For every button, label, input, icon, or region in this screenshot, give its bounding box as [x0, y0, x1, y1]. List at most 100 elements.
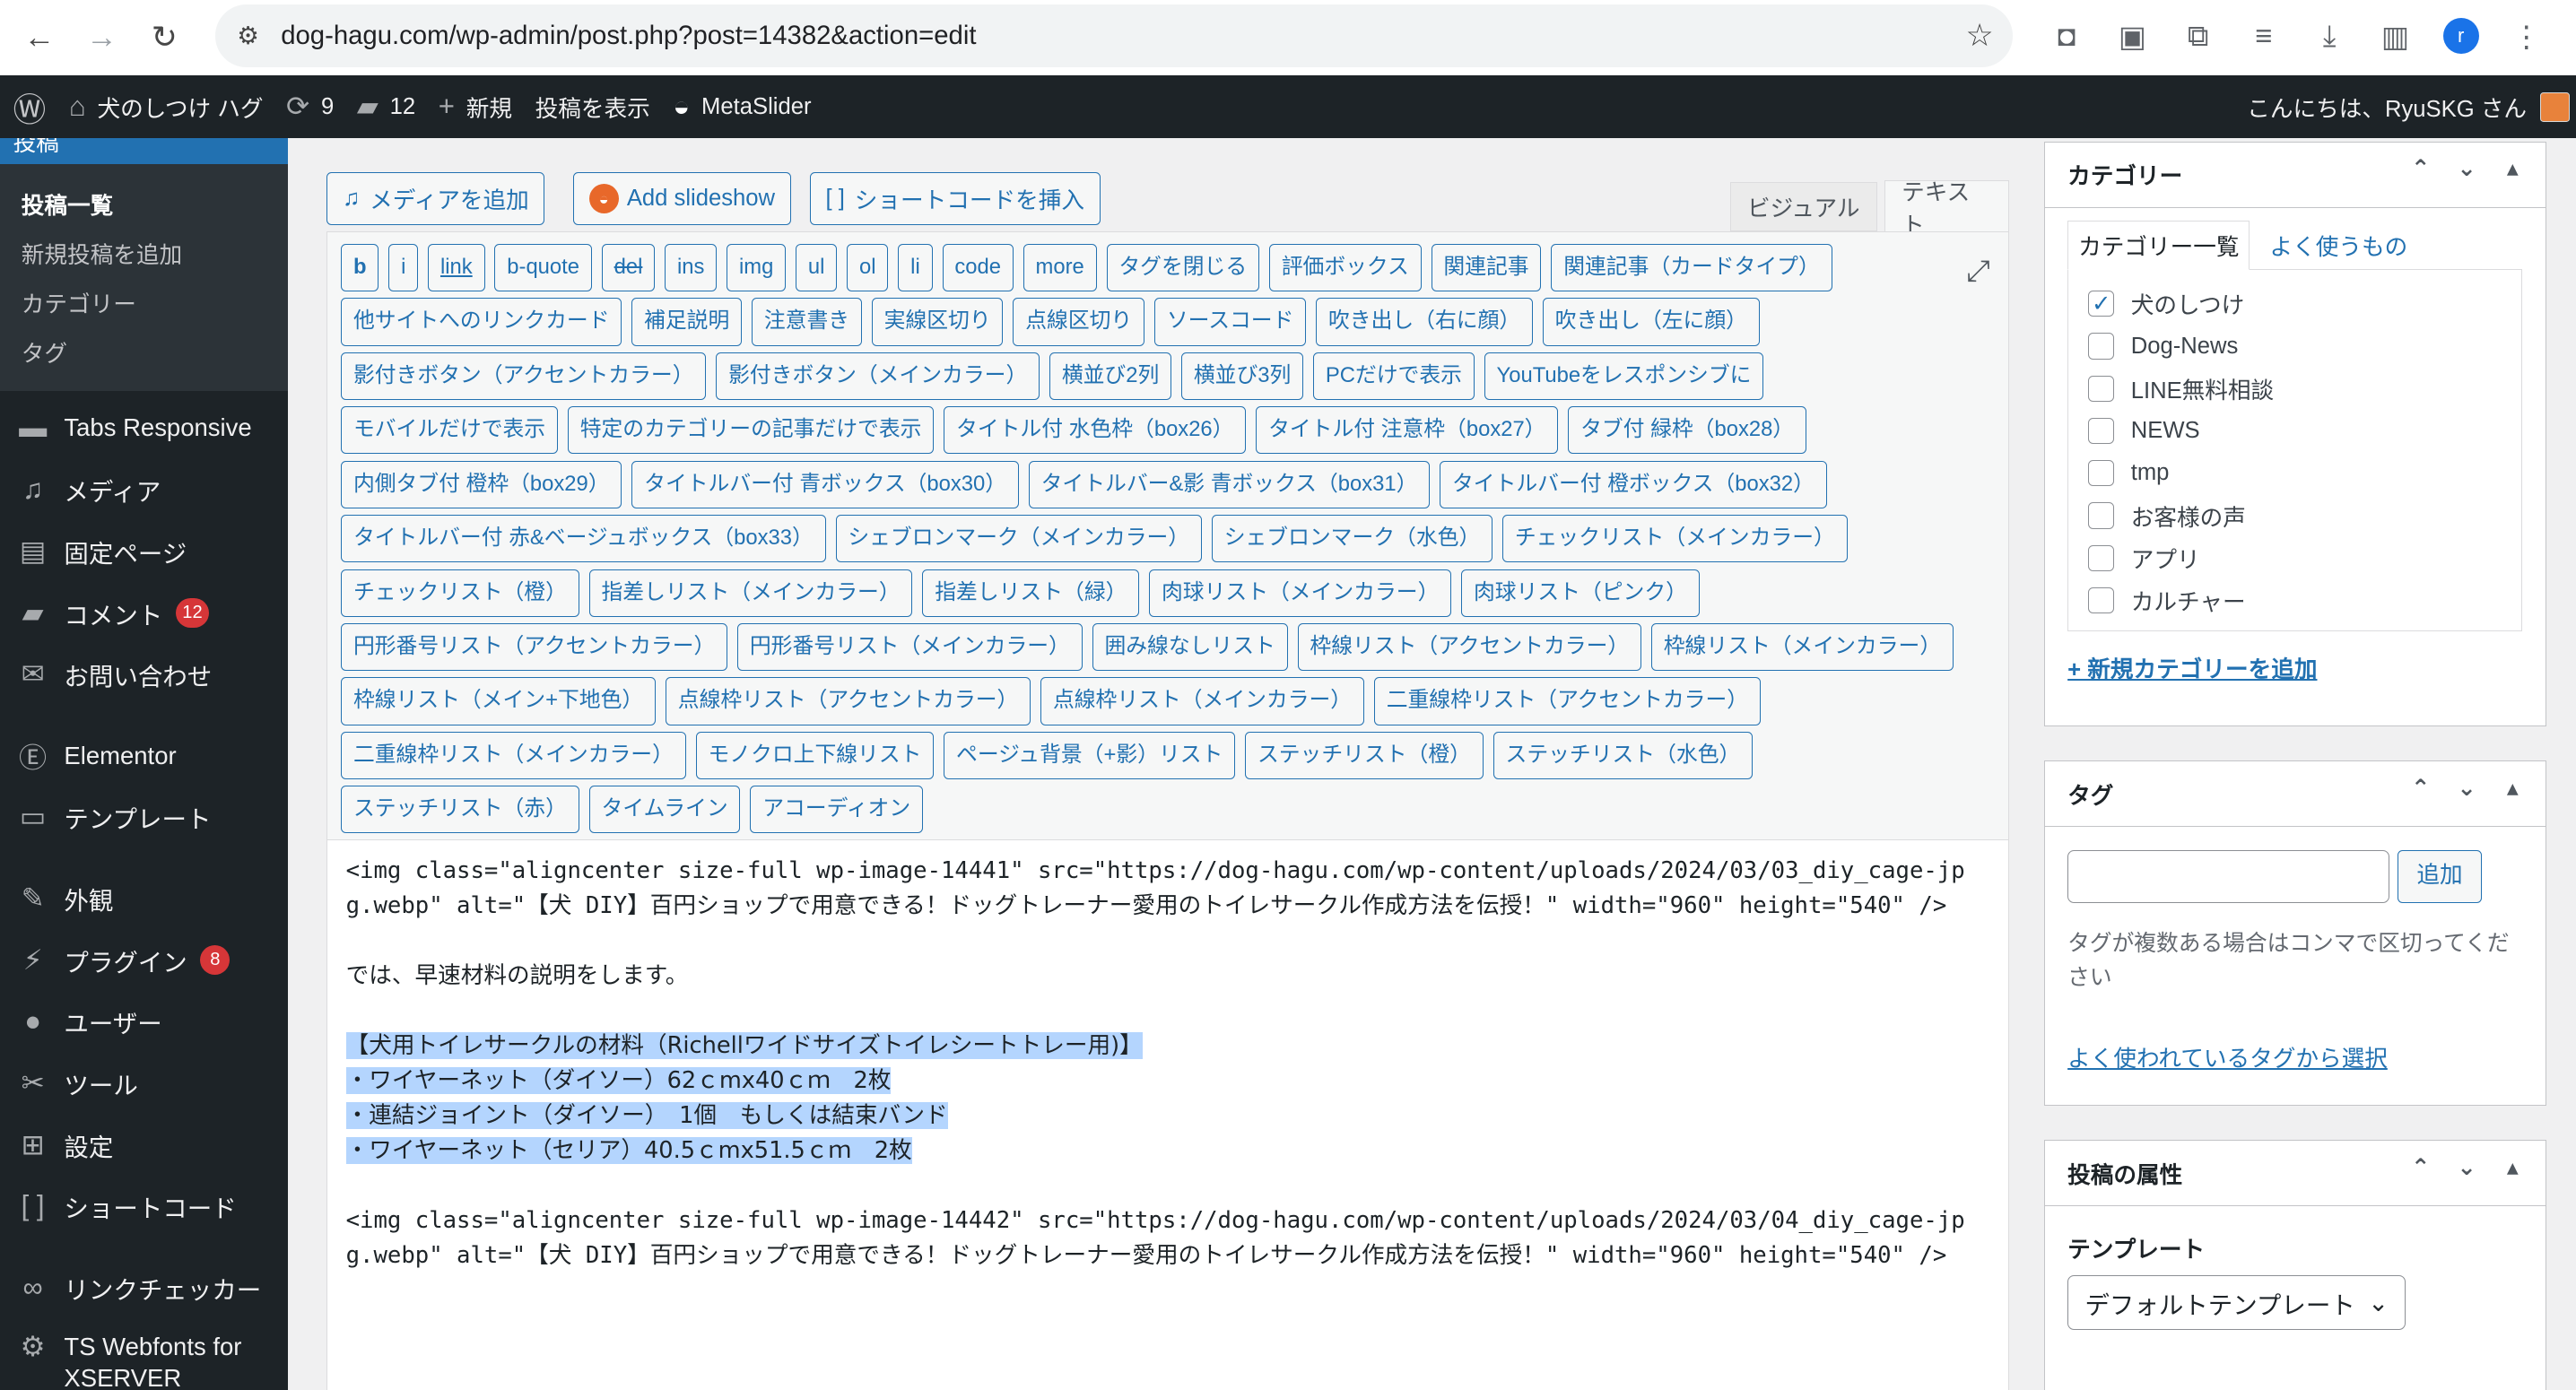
site-name-link[interactable]: ⌂ 犬のしつけ ハグ: [57, 75, 274, 138]
quicktag-button[interactable]: PCだけで表示: [1313, 352, 1475, 401]
menu-templates[interactable]: ▭ テンプレート: [0, 786, 288, 848]
tab-text[interactable]: テキスト: [1884, 180, 2010, 239]
add-new-category-link[interactable]: + 新規カテゴリーを追加: [2067, 651, 2317, 684]
metaslider-link[interactable]: ◒ MetaSlider: [662, 75, 823, 138]
quicktag-button[interactable]: 吹き出し（右に顔）: [1316, 298, 1533, 346]
quicktag-button[interactable]: 肉球リスト（メインカラー）: [1149, 569, 1452, 617]
quicktag-button[interactable]: 二重線枠リスト（アクセントカラー）: [1373, 677, 1761, 725]
menu-tabs-responsive[interactable]: ▬ Tabs Responsive: [0, 397, 288, 459]
quicktag-button[interactable]: YouTubeをレスポンシブに: [1484, 352, 1764, 401]
move-up-icon[interactable]: ⌃: [2398, 775, 2443, 802]
tab-visual[interactable]: ビジュアル: [1729, 182, 1877, 232]
category-item[interactable]: Dog-News: [2088, 325, 2502, 367]
tab-popular-categories[interactable]: よく使うもの: [2259, 221, 2417, 270]
quicktag-button[interactable]: del: [601, 244, 656, 292]
quicktag-button[interactable]: ul: [796, 244, 838, 292]
quicktag-button[interactable]: link: [428, 244, 485, 292]
menu-elementor[interactable]: Ⓔ Elementor: [0, 725, 288, 786]
menu-contact[interactable]: ✉ お問い合わせ: [0, 644, 288, 706]
quicktag-button[interactable]: 枠線リスト（メインカラー）: [1650, 623, 1954, 672]
quicktag-button[interactable]: 点線区切り: [1013, 298, 1145, 346]
quicktag-button[interactable]: 影付きボタン（メインカラー）: [716, 352, 1040, 401]
forward-icon[interactable]: →: [71, 6, 134, 69]
popular-tags-link[interactable]: よく使われているタグから選択: [2067, 1040, 2388, 1073]
fullscreen-icon[interactable]: ⤢: [1967, 254, 1990, 289]
checkbox-icon[interactable]: [2088, 544, 2115, 571]
quicktag-button[interactable]: 肉球リスト（ピンク）: [1461, 569, 1700, 617]
reading-list-icon[interactable]: ≡: [2231, 19, 2296, 53]
camera-icon[interactable]: ◘: [2034, 19, 2100, 53]
move-up-icon[interactable]: ⌃: [2398, 1154, 2443, 1181]
quicktag-button[interactable]: 指差しリスト（メインカラー）: [588, 569, 913, 617]
submenu-categories[interactable]: カテゴリー: [0, 276, 288, 326]
submenu-all-posts[interactable]: 投稿一覧: [0, 178, 288, 227]
quicktag-button[interactable]: タイトルバー&影 青ボックス（box31）: [1028, 460, 1431, 508]
toggle-panel-icon[interactable]: ▴: [2490, 775, 2536, 802]
menu-media[interactable]: ♫ メディア: [0, 459, 288, 521]
quicktag-button[interactable]: more: [1023, 244, 1097, 292]
menu-pages[interactable]: ▤ 固定ページ: [0, 521, 288, 583]
quicktag-button[interactable]: 内側タブ付 橙枠（box29）: [341, 460, 622, 508]
menu-settings[interactable]: ⊞ 設定: [0, 1114, 288, 1176]
checkbox-checked-icon[interactable]: ✓: [2088, 291, 2115, 317]
checkbox-icon[interactable]: [2088, 333, 2115, 360]
quicktag-button[interactable]: タブ付 緑枠（box28）: [1568, 406, 1806, 455]
reload-icon[interactable]: ↻: [133, 6, 196, 69]
quicktag-button[interactable]: タイトルバー付 赤&ベージュボックス（box33）: [341, 515, 826, 563]
quicktag-button[interactable]: i: [388, 244, 419, 292]
toggle-panel-icon[interactable]: ▴: [2490, 155, 2536, 182]
quicktag-button[interactable]: ステッチリスト（赤）: [341, 786, 579, 834]
menu-shortcode[interactable]: [ ] ショートコード: [0, 1176, 288, 1238]
quicktag-button[interactable]: li: [898, 244, 933, 292]
download-icon[interactable]: ⤓: [2297, 19, 2363, 54]
move-down-icon[interactable]: ⌄: [2443, 155, 2489, 182]
quicktag-button[interactable]: 二重線枠リスト（メインカラー）: [341, 731, 686, 779]
quicktag-button[interactable]: 枠線リスト（メイン+下地色）: [341, 677, 657, 725]
quicktag-button[interactable]: 円形番号リスト（アクセントカラー）: [341, 623, 728, 672]
quicktag-button[interactable]: タイトル付 注意枠（box27）: [1256, 406, 1559, 455]
quicktag-button[interactable]: シェブロンマーク（メインカラー）: [835, 515, 1202, 563]
back-icon[interactable]: ←: [8, 6, 71, 69]
quicktag-button[interactable]: 特定のカテゴリーの記事だけで表示: [567, 406, 935, 455]
checkbox-icon[interactable]: [2088, 417, 2115, 445]
bookmark-star-icon[interactable]: ☆: [1946, 18, 2012, 54]
quicktag-button[interactable]: 囲み線なしリスト: [1092, 623, 1288, 672]
quicktag-button[interactable]: 点線枠リスト（メインカラー）: [1040, 677, 1364, 725]
quicktag-button[interactable]: タイムライン: [588, 786, 741, 834]
menu-plugins[interactable]: ⚡ プラグイン 8: [0, 929, 288, 991]
quicktag-button[interactable]: 円形番号リスト（メインカラー）: [737, 623, 1083, 672]
category-item[interactable]: お客様の声: [2088, 494, 2502, 536]
quicktag-button[interactable]: img: [727, 244, 787, 292]
quicktag-button[interactable]: 注意書き: [752, 298, 862, 346]
category-item[interactable]: カルチャー: [2088, 579, 2502, 621]
quicktag-button[interactable]: b: [341, 244, 379, 292]
quicktag-button[interactable]: 他サイトへのリンクカード: [341, 298, 622, 346]
quicktag-button[interactable]: ステッチリスト（水色）: [1493, 731, 1754, 779]
quicktag-button[interactable]: 枠線リスト（アクセントカラー）: [1297, 623, 1641, 672]
quicktag-button[interactable]: 評価ボックス: [1268, 244, 1422, 292]
quicktag-button[interactable]: 関連記事（カードタイプ）: [1551, 244, 1832, 292]
comments-link[interactable]: ▰ 12: [345, 75, 427, 138]
quicktag-button[interactable]: モノクロ上下線リスト: [695, 731, 935, 779]
checkbox-icon[interactable]: [2088, 586, 2115, 614]
submenu-tags[interactable]: タグ: [0, 326, 288, 375]
submenu-add-new[interactable]: 新規投稿を追加: [0, 227, 288, 276]
quicktag-button[interactable]: ins: [665, 244, 718, 292]
extensions-icon[interactable]: ⧉: [2165, 19, 2231, 54]
url-text[interactable]: dog-hagu.com/wp-admin/post.php?post=1438…: [281, 21, 1946, 51]
quicktag-button[interactable]: 補足説明: [631, 298, 743, 346]
insert-shortcode-button[interactable]: [ ] ショートコードを挿入: [809, 172, 1101, 225]
updates-link[interactable]: ⟳ 9: [274, 75, 345, 138]
quicktag-button[interactable]: タイトル付 水色枠（box26）: [944, 406, 1247, 455]
checkbox-icon[interactable]: [2088, 460, 2115, 487]
add-tag-button[interactable]: 追加: [2398, 849, 2482, 903]
category-item[interactable]: tmp: [2088, 452, 2502, 494]
address-bar[interactable]: ⚙ dog-hagu.com/wp-admin/post.php?post=14…: [214, 4, 2013, 68]
wordpress-logo-icon[interactable]: Ⓦ: [0, 75, 57, 138]
new-content-link[interactable]: + 新規: [427, 75, 524, 138]
quicktag-button[interactable]: 実線区切り: [871, 298, 1004, 346]
quicktag-button[interactable]: 横並び3列: [1181, 352, 1304, 401]
category-item[interactable]: NEWS: [2088, 410, 2502, 452]
quicktag-button[interactable]: 横並び2列: [1049, 352, 1172, 401]
quicktag-button[interactable]: チェックリスト（メインカラー）: [1502, 515, 1848, 563]
